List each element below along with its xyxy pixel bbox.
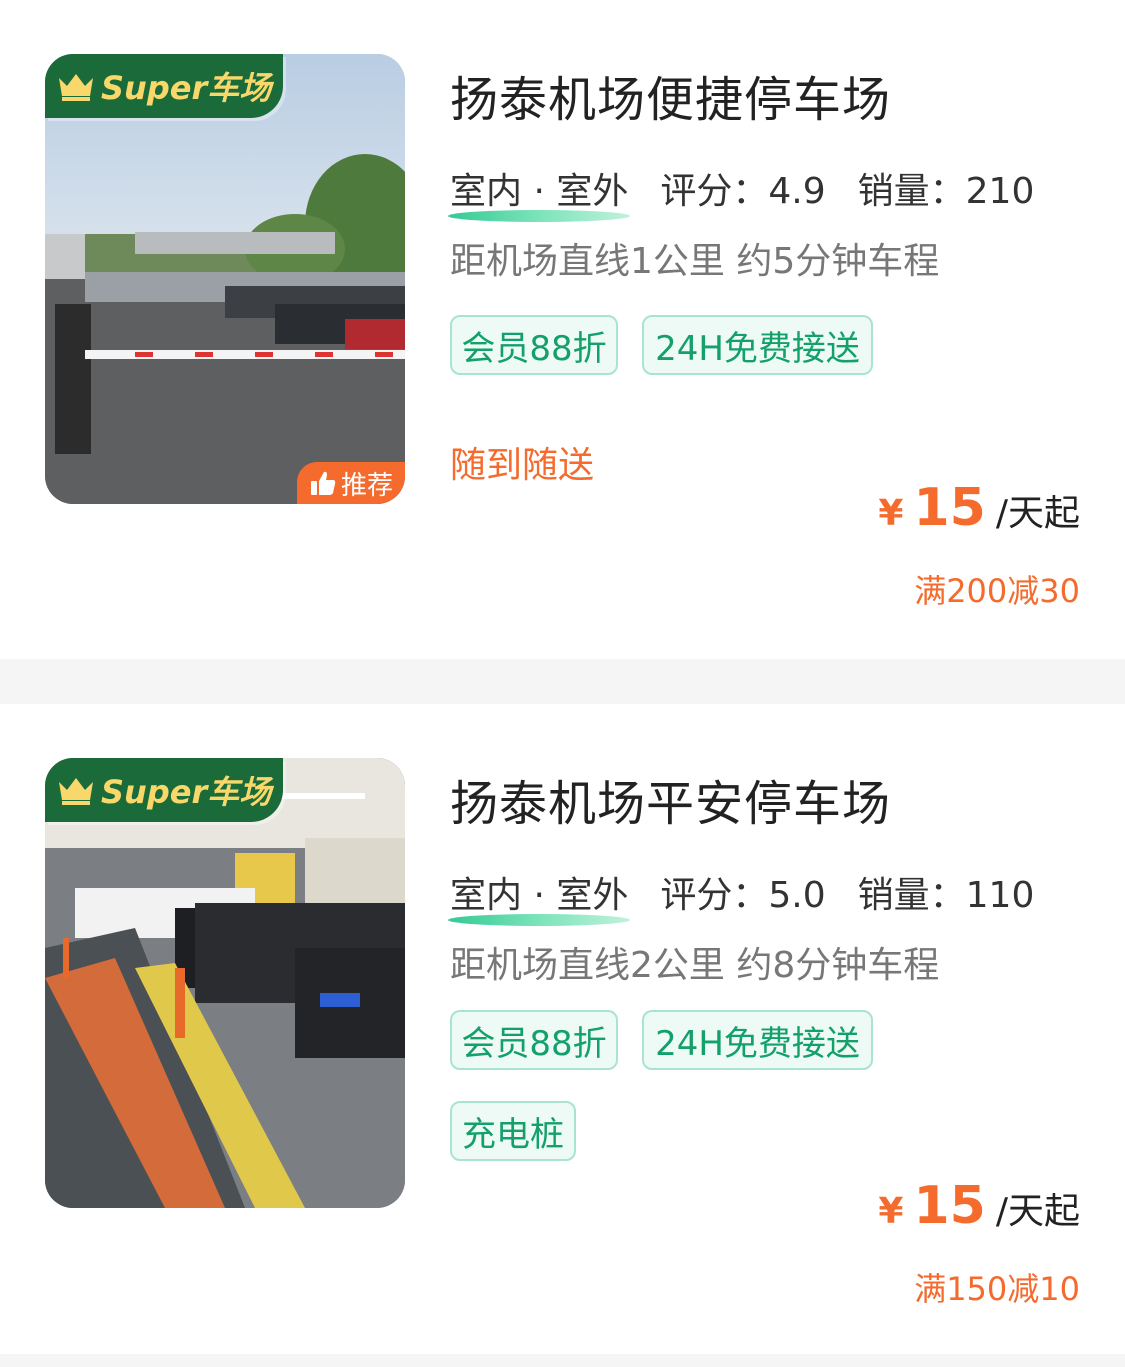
outdoor-parking-image [45, 54, 405, 504]
super-parking-badge: Super车场 [45, 54, 283, 118]
badge-label: Super车场 [101, 69, 272, 107]
parking-lot-title[interactable]: 扬泰机场便捷停车场 [450, 60, 891, 130]
distance-info: 距机场直线1公里 约5分钟车程 [450, 241, 940, 282]
tag-member-discount: 会员88折 [450, 315, 618, 375]
price: ¥ 15 /天起 [878, 478, 1080, 538]
rating: 评分：4.9 [660, 171, 826, 212]
parking-listing-card[interactable]: Super车场 扬泰机场平安停车场 室内 · 室外 评分：5.0 销量：110 … [0, 704, 1125, 1354]
parking-listing-card[interactable]: Super车场 推荐 扬泰机场便捷停车场 室内 · 室外 评分：4.9 销量：2… [0, 0, 1125, 659]
meta-row: 室内 · 室外 评分：5.0 销量：110 [448, 866, 1035, 926]
parking-lot-title[interactable]: 扬泰机场平安停车场 [450, 764, 891, 834]
discount-offer: 满200减30 [914, 572, 1080, 610]
slogan: 随到随送 [450, 445, 595, 486]
recommend-label: 推荐 [340, 470, 393, 501]
parking-lot-photo[interactable]: Super车场 推荐 [45, 54, 405, 504]
tag-charging-station: 充电桩 [450, 1101, 576, 1161]
badge-label: Super车场 [101, 773, 272, 811]
tag-member-discount: 会员88折 [450, 1010, 618, 1070]
meta-row: 室内 · 室外 评分：4.9 销量：210 [448, 162, 1035, 222]
thumbs-up-icon [310, 471, 336, 495]
section-divider [0, 1354, 1125, 1367]
crown-icon [59, 778, 93, 805]
indoor-garage-image [45, 758, 405, 1208]
price: ¥ 15 /天起 [878, 1176, 1080, 1236]
sales-count: 销量：210 [857, 171, 1035, 212]
crown-icon [59, 74, 93, 101]
section-divider [0, 659, 1125, 704]
tag-free-shuttle: 24H免费接送 [642, 1010, 873, 1070]
tag-free-shuttle: 24H免费接送 [642, 315, 873, 375]
rating: 评分：5.0 [660, 875, 826, 916]
sales-count: 销量：110 [857, 875, 1035, 916]
environment-label: 室内 · 室外 [448, 162, 631, 222]
environment-label: 室内 · 室外 [448, 866, 631, 926]
parking-lot-photo[interactable]: Super车场 [45, 758, 405, 1208]
distance-info: 距机场直线2公里 约8分钟车程 [450, 945, 940, 986]
super-parking-badge: Super车场 [45, 758, 283, 822]
discount-offer: 满150减10 [914, 1270, 1080, 1308]
recommend-badge: 推荐 [297, 462, 405, 504]
